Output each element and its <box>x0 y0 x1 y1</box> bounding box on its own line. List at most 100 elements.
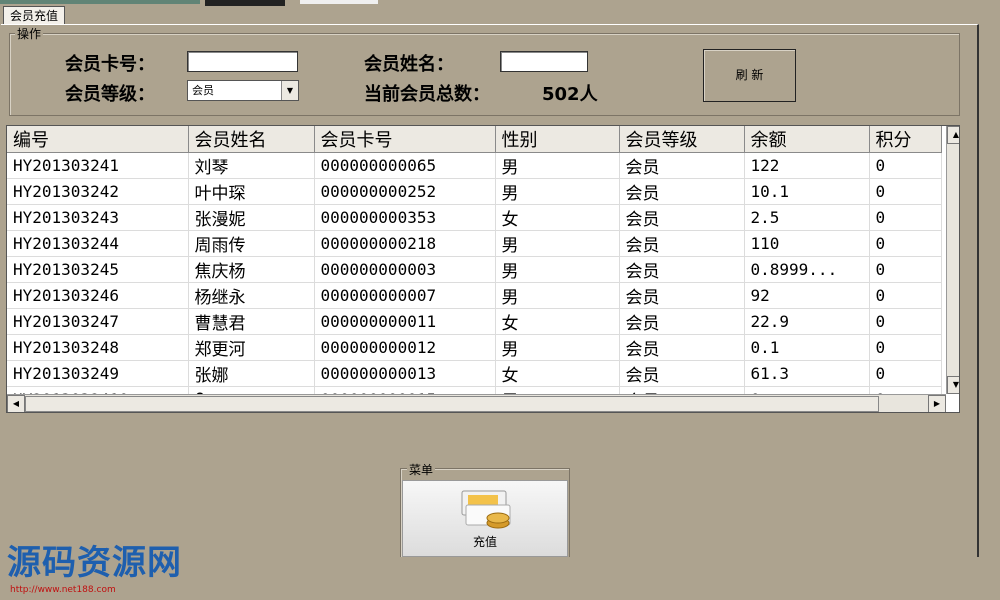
table-cell: 92 <box>744 282 870 309</box>
column-header[interactable]: 积分 <box>869 126 942 153</box>
member-name-label: 会员姓名： <box>364 54 454 75</box>
scroll-left-icon[interactable]: ◀ <box>7 395 25 412</box>
horizontal-scrollbar[interactable]: ◀ ▶ <box>7 394 946 412</box>
level-select[interactable]: 会员 ▼ <box>187 80 299 101</box>
column-header[interactable]: 会员姓名 <box>188 126 315 153</box>
column-header[interactable]: 会员等级 <box>619 126 745 153</box>
table-cell: 周雨传 <box>188 230 315 257</box>
table-cell: 000000000353 <box>314 204 496 231</box>
recharge-label: 充值 <box>472 535 497 549</box>
members-grid[interactable]: 编号 会员姓名 会员卡号 性别 会员等级 余额 积分 HY201303241 刘琴 000000… <box>6 125 960 413</box>
table-cell: 杨继永 <box>188 282 315 309</box>
table-cell: 0 <box>869 282 942 309</box>
table-row[interactable]: HY201303244 周雨传 000000000218 男会员 110 0 <box>7 230 942 257</box>
table-cell: 10.1 <box>744 178 870 205</box>
tab-member-recharge[interactable]: 会员充值 <box>3 6 66 25</box>
member-name-input[interactable] <box>500 51 588 72</box>
table-cell: HY201303247 <box>7 308 189 335</box>
table-row[interactable]: HY201303247 曹慧君 000000000011 女会员 22.9 0 <box>7 308 942 335</box>
table-cell: HY201303248 <box>7 334 189 361</box>
table-cell: 0 <box>869 152 942 179</box>
table-cell: 000000000011 <box>314 308 496 335</box>
table-cell: 0 <box>869 308 942 335</box>
money-icon <box>461 490 511 529</box>
title-fragment <box>0 0 200 4</box>
table-row[interactable]: HY201303243 张漫妮 000000000353 女会员 2.5 0 <box>7 204 942 231</box>
column-header[interactable]: 性别 <box>495 126 620 153</box>
table-cell: 女 <box>495 360 620 387</box>
table-body: HY201303241 刘琴 000000000065 男会员 122 0 HY201303… <box>7 152 942 412</box>
table-row[interactable]: HY201303242 叶中琛 000000000252 男会员 10.1 0 <box>7 178 942 205</box>
total-members-value: 502人 <box>542 84 598 105</box>
total-members-label: 当前会员总数： <box>364 84 490 105</box>
members-table: 编号 会员姓名 会员卡号 性别 会员等级 余额 积分 HY201303241 刘琴 000000… <box>7 126 942 412</box>
table-cell: 会员 <box>619 360 745 387</box>
card-no-label: 会员卡号： <box>65 54 155 75</box>
table-cell: 22.9 <box>744 308 870 335</box>
watermark-url: http://www.net188.com <box>10 585 116 595</box>
table-cell: 焦庆杨 <box>188 256 315 283</box>
table-cell: 000000000252 <box>314 178 496 205</box>
table-cell: 男 <box>495 230 620 257</box>
table-cell: 0 <box>869 334 942 361</box>
card-no-input[interactable] <box>187 51 298 72</box>
table-cell: 男 <box>495 282 620 309</box>
table-cell: 0 <box>869 204 942 231</box>
refresh-button[interactable]: 刷 新 <box>703 49 796 102</box>
table-cell: 男 <box>495 256 620 283</box>
recharge-button[interactable]: 充值 <box>402 480 568 557</box>
table-cell: HY201303249 <box>7 360 189 387</box>
table-cell: 女 <box>495 308 620 335</box>
operations-group-label: 操作 <box>15 25 44 42</box>
table-cell: 110 <box>744 230 870 257</box>
table-cell: 会员 <box>619 256 745 283</box>
scroll-right-icon[interactable]: ▶ <box>928 395 946 412</box>
chevron-down-icon[interactable]: ▼ <box>281 81 298 100</box>
table-cell: 张漫妮 <box>188 204 315 231</box>
vertical-scrollbar[interactable]: ▲ ▼ <box>946 126 959 394</box>
table-cell: 0 <box>869 360 942 387</box>
column-header[interactable]: 余额 <box>744 126 870 153</box>
table-cell: 0 <box>869 256 942 283</box>
table-cell: 000000000012 <box>314 334 496 361</box>
table-cell: 000000000013 <box>314 360 496 387</box>
column-header[interactable]: 会员卡号 <box>314 126 496 153</box>
table-row[interactable]: HY201303245 焦庆杨 000000000003 男会员 0.8999... 0 <box>7 256 942 283</box>
table-cell: 000000000007 <box>314 282 496 309</box>
column-header[interactable]: 编号 <box>7 126 189 153</box>
table-cell: 会员 <box>619 178 745 205</box>
table-header-row: 编号 会员姓名 会员卡号 性别 会员等级 余额 积分 <box>7 126 942 153</box>
table-row[interactable]: HY201303241 刘琴 000000000065 男会员 122 0 <box>7 152 942 179</box>
table-row[interactable]: HY201303246 杨继永 000000000007 男会员 92 0 <box>7 282 942 309</box>
table-cell: HY201303242 <box>7 178 189 205</box>
table-row[interactable]: HY201303249 张娜 000000000013 女会员 61.3 0 <box>7 360 942 387</box>
table-cell: 叶中琛 <box>188 178 315 205</box>
scroll-down-icon[interactable]: ▼ <box>947 376 959 394</box>
table-cell: HY201303245 <box>7 256 189 283</box>
table-cell: 会员 <box>619 282 745 309</box>
table-cell: HY201303241 <box>7 152 189 179</box>
level-label: 会员等级： <box>65 84 155 105</box>
menu-group-label: 菜单 <box>407 461 436 478</box>
table-cell: 0.1 <box>744 334 870 361</box>
table-cell: 刘琴 <box>188 152 315 179</box>
table-cell: 男 <box>495 178 620 205</box>
table-cell: HY201303246 <box>7 282 189 309</box>
table-cell: 女 <box>495 204 620 231</box>
title-strip <box>0 0 1000 8</box>
table-cell: 0 <box>869 230 942 257</box>
scroll-up-icon[interactable]: ▲ <box>947 126 959 144</box>
table-cell: 会员 <box>619 204 745 231</box>
table-cell: 会员 <box>619 152 745 179</box>
title-fragment <box>205 0 285 6</box>
table-cell: HY201303244 <box>7 230 189 257</box>
table-cell: 122 <box>744 152 870 179</box>
table-cell: 男 <box>495 152 620 179</box>
table-cell: 男 <box>495 334 620 361</box>
title-fragment <box>300 0 378 4</box>
table-cell: 郑更河 <box>188 334 315 361</box>
horizontal-scroll-thumb[interactable] <box>25 396 879 412</box>
table-cell: 张娜 <box>188 360 315 387</box>
table-cell: 000000000218 <box>314 230 496 257</box>
table-row[interactable]: HY201303248 郑更河 000000000012 男会员 0.1 0 <box>7 334 942 361</box>
